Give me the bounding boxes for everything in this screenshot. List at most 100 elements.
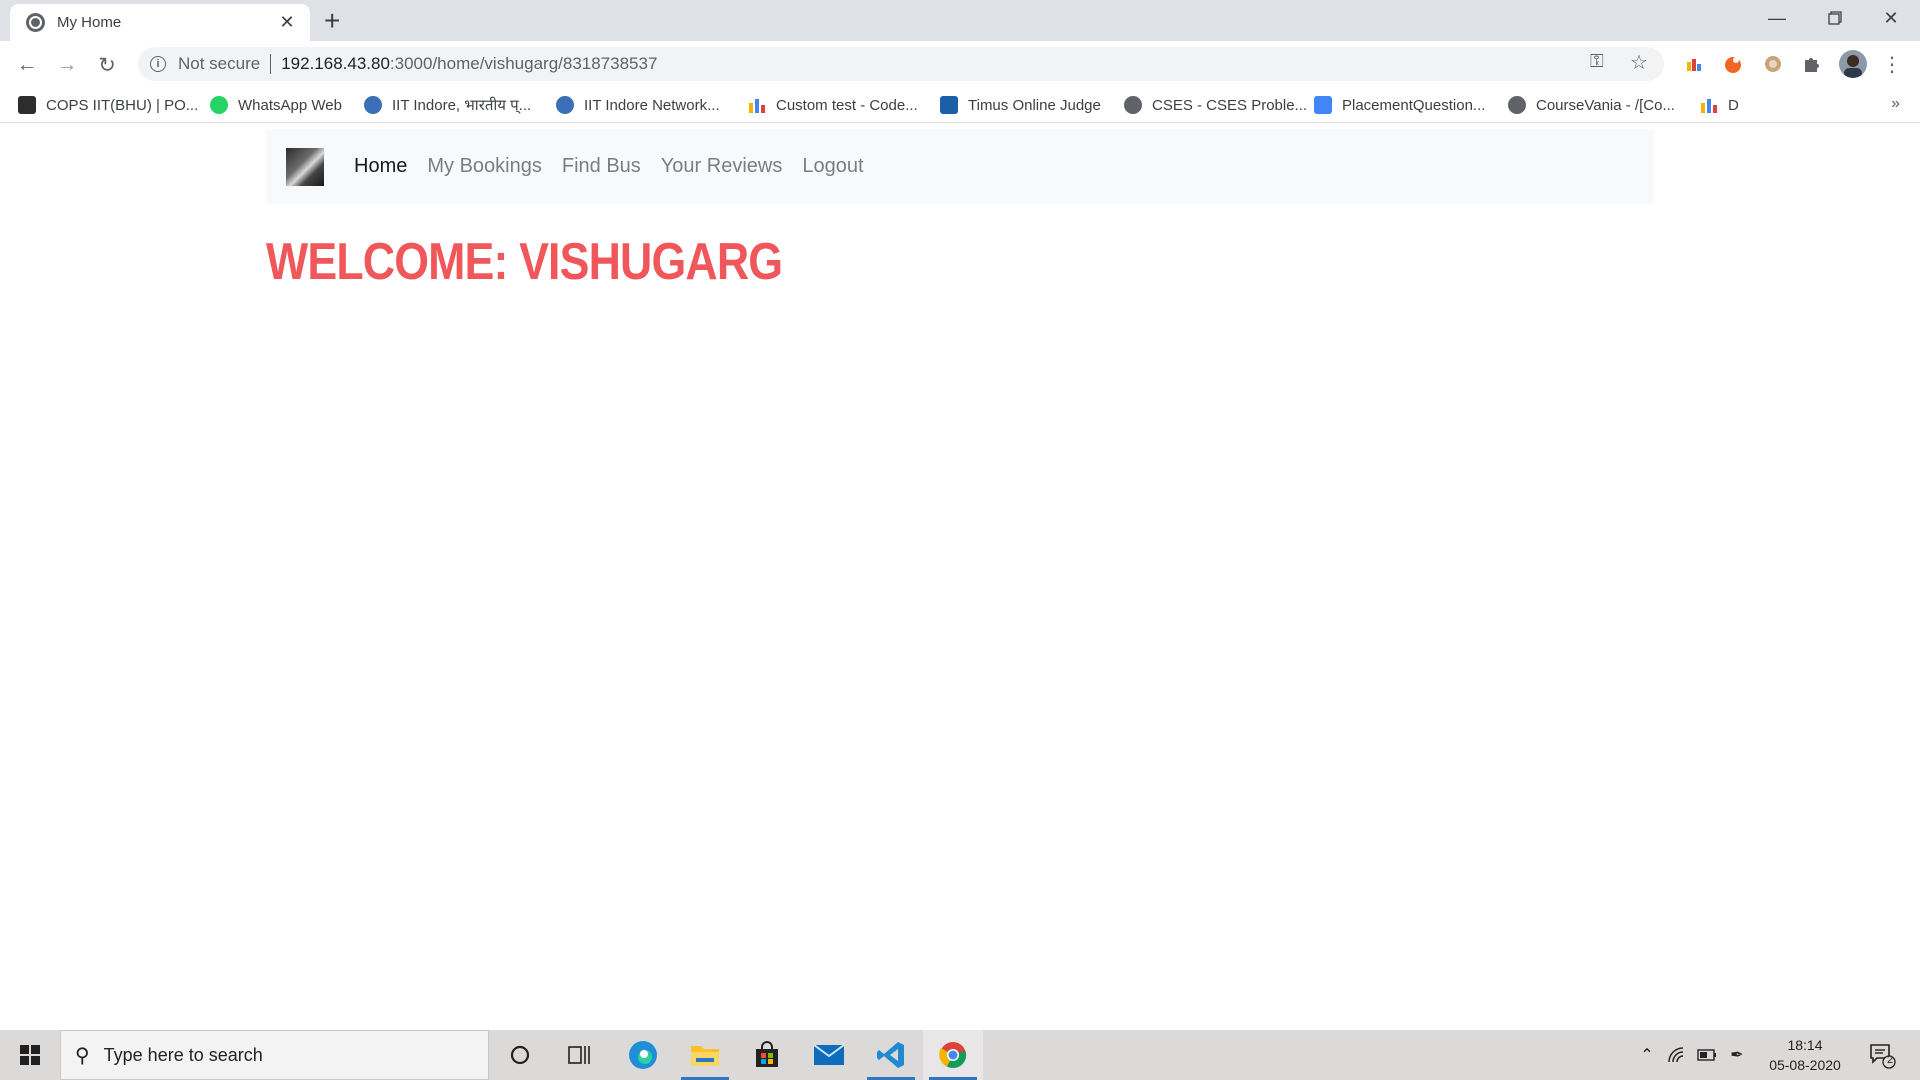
- restore-icon: [1828, 11, 1842, 25]
- url-path: :3000/home/vishugarg/8318738537: [389, 54, 658, 73]
- browser-toolbar: ← → ↻ i Not secure 192.168.43.80:3000/ho…: [0, 41, 1920, 87]
- bookmark-item[interactable]: WhatsApp Web: [210, 93, 342, 117]
- vscode-app[interactable]: [861, 1030, 921, 1080]
- bookmark-item[interactable]: Timus Online Judge: [940, 93, 1101, 117]
- arrow-left-icon: ←: [16, 53, 38, 76]
- url-host: 192.168.43.80: [281, 54, 390, 73]
- start-button[interactable]: [0, 1030, 60, 1080]
- bookmark-label: COPS IIT(BHU) | PO...: [46, 96, 199, 114]
- action-center-button[interactable]: 2: [1862, 1030, 1902, 1080]
- bookmark-label: IIT Indore Network...: [584, 96, 720, 114]
- site-navbar: Home My Bookings Find Bus Your Reviews L…: [266, 129, 1654, 204]
- screen: My Home ✕ + — ✕ ← → ↻ i Not secure 192.1…: [0, 0, 1920, 1080]
- info-icon[interactable]: i: [150, 56, 166, 72]
- more-bookmarks-icon[interactable]: »: [1891, 95, 1900, 113]
- mail-app[interactable]: [799, 1030, 859, 1080]
- bookmark-item[interactable]: CourseVania - /[Co...: [1508, 93, 1675, 117]
- bookmark-item[interactable]: D: [1700, 93, 1739, 117]
- extension-chart-icon[interactable]: [1682, 52, 1706, 76]
- arrow-right-icon: →: [56, 53, 78, 76]
- bookmark-item[interactable]: COPS IIT(BHU) | PO...: [18, 93, 198, 117]
- edge-icon: [629, 1041, 657, 1069]
- search-icon: ⚲: [75, 1044, 90, 1067]
- nav-home[interactable]: Home: [354, 155, 407, 178]
- reload-icon: ↻: [98, 53, 116, 77]
- bookmark-item[interactable]: CSES - CSES Proble...: [1124, 93, 1307, 117]
- address-bar[interactable]: i Not secure 192.168.43.80:3000/home/vis…: [138, 47, 1664, 81]
- star-icon[interactable]: ☆: [1630, 50, 1648, 75]
- bookmark-favicon-icon: [18, 96, 36, 114]
- menu-dots-icon[interactable]: ⋮: [1880, 52, 1904, 76]
- cortana-icon: [510, 1045, 530, 1065]
- bookmarks-bar: COPS IIT(BHU) | PO... WhatsApp Web IIT I…: [0, 87, 1920, 123]
- globe-icon: [26, 13, 45, 32]
- bookmark-item[interactable]: IIT Indore, भारतीय प्...: [364, 93, 531, 117]
- nav-find-bus[interactable]: Find Bus: [562, 155, 641, 178]
- nav-logout[interactable]: Logout: [802, 155, 863, 178]
- edge-app[interactable]: [613, 1030, 673, 1080]
- divider: [270, 54, 272, 74]
- key-icon[interactable]: ⚿: [1590, 51, 1604, 72]
- timus-icon: [940, 96, 958, 114]
- profile-avatar[interactable]: [1839, 50, 1867, 78]
- windows-taskbar: ⚲ Type here to search ⌃ ✒ 18:14 05-08-20…: [0, 1030, 1920, 1080]
- bookmark-item[interactable]: IIT Indore Network...: [556, 93, 720, 117]
- mail-icon: [813, 1044, 845, 1065]
- show-hidden-icons-button[interactable]: ⌃: [1632, 1030, 1662, 1080]
- bookmark-label: PlacementQuestion...: [1342, 96, 1486, 114]
- taskbar-search[interactable]: ⚲ Type here to search: [60, 1030, 489, 1080]
- taskbar-clock[interactable]: 18:14 05-08-2020: [1760, 1035, 1850, 1075]
- search-placeholder: Type here to search: [103, 1044, 263, 1065]
- brand-logo[interactable]: [286, 147, 324, 186]
- cortana-button[interactable]: [490, 1030, 550, 1080]
- bookmark-label: Custom test - Code...: [776, 96, 918, 114]
- url-text[interactable]: 192.168.43.80:3000/home/vishugarg/831873…: [281, 54, 657, 74]
- vscode-icon: [877, 1042, 904, 1068]
- store-bag-icon: [756, 1041, 778, 1067]
- nav-your-reviews[interactable]: Your Reviews: [661, 155, 783, 178]
- bookmark-label: CSES - CSES Proble...: [1152, 96, 1308, 114]
- clock-time: 18:14: [1787, 1037, 1823, 1053]
- back-button[interactable]: ←: [11, 49, 43, 81]
- reload-button[interactable]: ↻: [91, 49, 123, 81]
- restore-button[interactable]: [1806, 0, 1864, 36]
- bookmark-label: IIT Indore, भारतीय प्...: [392, 97, 532, 114]
- extension-orange-icon[interactable]: [1721, 52, 1745, 76]
- extension-wheel-icon[interactable]: [1761, 52, 1785, 76]
- file-explorer-app[interactable]: [675, 1030, 735, 1080]
- bookmark-item[interactable]: PlacementQuestion...: [1314, 93, 1485, 117]
- nav-my-bookings[interactable]: My Bookings: [427, 155, 542, 178]
- welcome-heading: WELCOME: VISHUGARG: [266, 233, 783, 291]
- chrome-app[interactable]: [923, 1030, 983, 1080]
- chrome-icon: [939, 1042, 967, 1069]
- network-icon[interactable]: [1662, 1030, 1692, 1080]
- folder-icon: [691, 1046, 719, 1066]
- document-icon: [1314, 96, 1332, 114]
- task-view-button[interactable]: [550, 1030, 610, 1080]
- tab-title: My Home: [57, 14, 122, 31]
- task-view-icon: [568, 1046, 590, 1064]
- battery-icon[interactable]: [1692, 1030, 1722, 1080]
- notification-count: 2: [1887, 1054, 1894, 1066]
- iit-indore-icon: [556, 96, 574, 114]
- whatsapp-icon: [210, 96, 228, 114]
- new-tab-button[interactable]: +: [324, 6, 340, 36]
- bookmark-label: D: [1728, 96, 1739, 114]
- iit-indore-icon: [364, 96, 382, 114]
- close-window-button[interactable]: ✕: [1862, 0, 1920, 36]
- store-app[interactable]: [737, 1030, 797, 1080]
- browser-tab[interactable]: My Home ✕: [10, 4, 310, 41]
- bookmark-label: CourseVania - /[Co...: [1536, 96, 1675, 114]
- forward-button[interactable]: →: [51, 49, 83, 81]
- bookmark-label: WhatsApp Web: [238, 96, 342, 114]
- bookmark-item[interactable]: Custom test - Code...: [748, 93, 918, 117]
- pen-workspace-icon[interactable]: ✒: [1722, 1030, 1752, 1080]
- tab-strip: My Home ✕ + — ✕: [0, 0, 1920, 41]
- security-label[interactable]: Not secure: [178, 54, 260, 74]
- puzzle-icon[interactable]: [1800, 52, 1824, 76]
- minimize-button[interactable]: —: [1748, 0, 1806, 36]
- windows-logo-icon: [20, 1045, 40, 1065]
- close-tab-icon[interactable]: ✕: [276, 12, 298, 33]
- clock-date: 05-08-2020: [1769, 1057, 1841, 1073]
- globe-icon: [1124, 96, 1142, 114]
